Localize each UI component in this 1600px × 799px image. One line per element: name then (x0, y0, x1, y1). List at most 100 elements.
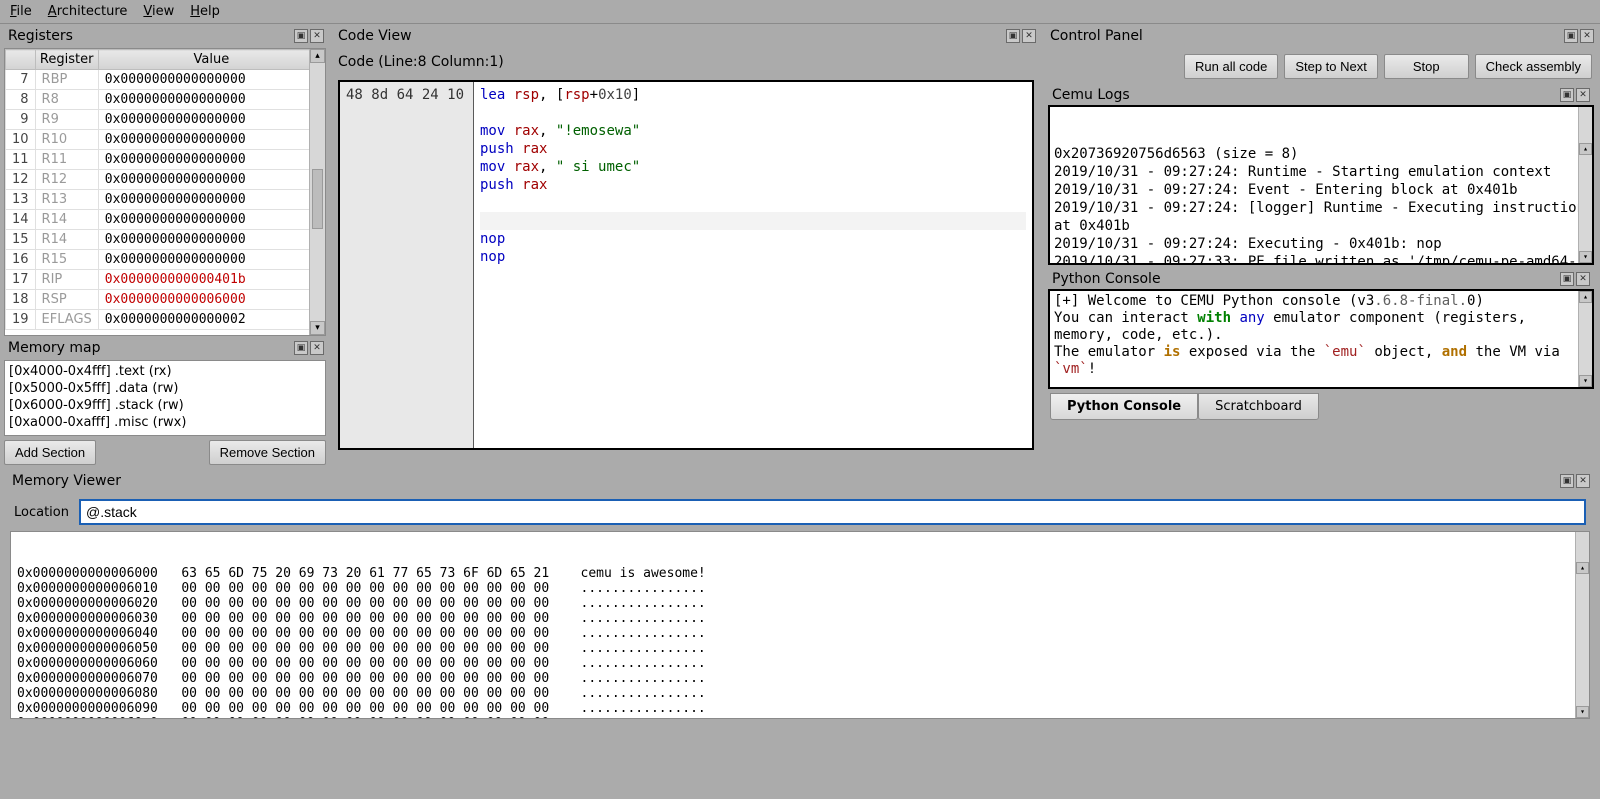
dock-close-icon[interactable]: ✕ (1576, 272, 1590, 286)
scroll-down-icon[interactable]: ▾ (1579, 375, 1592, 387)
register-rownum: 17 (6, 270, 36, 290)
code-line[interactable] (480, 104, 1026, 122)
dock-undock-icon[interactable]: ▣ (1564, 29, 1578, 43)
register-row[interactable]: 8R80x0000000000000000 (6, 90, 325, 110)
log-line: 2019/10/31 - 09:27:24: Event - Entering … (1054, 181, 1588, 199)
hex-dump-line: 0x00000000000060a0 00 00 00 00 00 00 00 … (17, 716, 1583, 719)
code-line[interactable] (480, 212, 1026, 230)
hex-dump-line: 0x0000000000006060 00 00 00 00 00 00 00 … (17, 656, 1583, 671)
check-assembly-button[interactable]: Check assembly (1475, 54, 1592, 79)
scroll-thumb[interactable] (312, 169, 323, 229)
dock-close-icon[interactable]: ✕ (1576, 474, 1590, 488)
register-row[interactable]: 11R110x0000000000000000 (6, 150, 325, 170)
log-line: 2019/10/31 - 09:27:24: Runtime - Startin… (1054, 163, 1588, 181)
python-console-output[interactable]: [+] Welcome to CEMU Python console (v3.6… (1048, 289, 1594, 389)
register-row[interactable]: 16R150x0000000000000000 (6, 250, 325, 270)
dock-close-icon[interactable]: ✕ (1576, 88, 1590, 102)
scroll-up-icon[interactable]: ▴ (1576, 562, 1589, 574)
memmap-item[interactable]: [0x4000-0x4fff] .text (rx) (9, 363, 321, 380)
scroll-down-icon[interactable]: ▾ (1576, 706, 1589, 718)
register-row[interactable]: 15R140x0000000000000000 (6, 230, 325, 250)
dock-undock-icon[interactable]: ▣ (1560, 88, 1574, 102)
dock-undock-icon[interactable]: ▣ (1006, 29, 1020, 43)
register-name: R8 (35, 90, 98, 110)
code-line[interactable]: mov rax, " si umec" (480, 158, 1026, 176)
step-to-next-button[interactable]: Step to Next (1284, 54, 1378, 79)
run-all-code-button[interactable]: Run all code (1184, 54, 1278, 79)
location-input[interactable] (79, 499, 1586, 525)
remove-section-button[interactable]: Remove Section (209, 440, 326, 465)
code-editor[interactable]: 48 8d 64 24 10 lea rsp, [rsp+0x10] mov r… (338, 80, 1034, 450)
register-rownum: 19 (6, 310, 36, 330)
hex-dump-line: 0x0000000000006020 00 00 00 00 00 00 00 … (17, 596, 1583, 611)
hex-dump-line: 0x0000000000006080 00 00 00 00 00 00 00 … (17, 686, 1583, 701)
register-row[interactable]: 13R130x0000000000000000 (6, 190, 325, 210)
code-line[interactable] (480, 194, 1026, 212)
memmap-item[interactable]: [0xa000-0xafff] .misc (rwx) (9, 414, 321, 431)
register-rownum: 14 (6, 210, 36, 230)
dock-undock-icon[interactable]: ▣ (294, 29, 308, 43)
add-section-button[interactable]: Add Section (4, 440, 96, 465)
dock-undock-icon[interactable]: ▣ (1560, 272, 1574, 286)
pyconsole-scrollbar[interactable]: ▴ ▾ (1578, 291, 1592, 387)
register-rownum: 11 (6, 150, 36, 170)
log-line: 2019/10/31 - 09:27:24: Executing - 0x401… (1054, 235, 1588, 253)
stop-button[interactable]: Stop (1384, 54, 1469, 79)
register-row[interactable]: 19EFLAGS0x0000000000000002 (6, 310, 325, 330)
memory-hex-dump[interactable]: 0x0000000000006000 63 65 6D 75 20 69 73 … (10, 531, 1590, 719)
menu-file[interactable]: File (10, 4, 32, 19)
registers-table[interactable]: Register Value 7RBP0x00000000000000008R8… (4, 48, 326, 336)
tab-scratchboard[interactable]: Scratchboard (1198, 393, 1319, 420)
register-rownum: 7 (6, 70, 36, 90)
register-value: 0x0000000000000002 (98, 310, 324, 330)
register-rownum: 15 (6, 230, 36, 250)
memmap-item[interactable]: [0x6000-0x9fff] .stack (rw) (9, 397, 321, 414)
cemu-log-output[interactable]: 0x20736920756d6563 (size = 8)2019/10/31 … (1048, 105, 1594, 265)
dock-close-icon[interactable]: ✕ (1580, 29, 1594, 43)
register-row[interactable]: 14R140x0000000000000000 (6, 210, 325, 230)
code-line[interactable]: mov rax, "!emosewa" (480, 122, 1026, 140)
memviewer-scrollbar[interactable]: ▴ ▾ (1575, 532, 1589, 718)
dock-close-icon[interactable]: ✕ (310, 29, 324, 43)
code-line[interactable]: lea rsp, [rsp+0x10] (480, 86, 1026, 104)
hex-dump-line: 0x0000000000006040 00 00 00 00 00 00 00 … (17, 626, 1583, 641)
menu-help[interactable]: Help (190, 4, 220, 19)
tab-python-console[interactable]: Python Console (1050, 393, 1198, 420)
code-line[interactable]: nop (480, 248, 1026, 266)
register-row[interactable]: 18RSP0x0000000000006000 (6, 290, 325, 310)
menu-architecture[interactable]: Architecture (48, 4, 128, 19)
registers-col-value[interactable]: Value (98, 50, 324, 70)
code-line[interactable]: nop (480, 230, 1026, 248)
memory-map-list[interactable]: [0x4000-0x4fff] .text (rx)[0x5000-0x5fff… (4, 360, 326, 436)
register-row[interactable]: 7RBP0x0000000000000000 (6, 70, 325, 90)
register-name: R15 (35, 250, 98, 270)
register-row[interactable]: 9R90x0000000000000000 (6, 110, 325, 130)
registers-scrollbar[interactable]: ▴ ▾ (309, 49, 325, 335)
register-rownum: 13 (6, 190, 36, 210)
register-row[interactable]: 10R100x0000000000000000 (6, 130, 325, 150)
register-value: 0x0000000000000000 (98, 130, 324, 150)
registers-col-register[interactable]: Register (35, 50, 98, 70)
scroll-down-icon[interactable]: ▾ (310, 321, 325, 335)
memmap-item[interactable]: [0x5000-0x5fff] .data (rw) (9, 380, 321, 397)
scroll-down-icon[interactable]: ▾ (1579, 251, 1592, 263)
menu-view[interactable]: View (143, 4, 174, 19)
scroll-up-icon[interactable]: ▴ (1579, 143, 1592, 155)
dock-close-icon[interactable]: ✕ (310, 341, 324, 355)
code-body[interactable]: lea rsp, [rsp+0x10] mov rax, "!emosewa"p… (474, 82, 1032, 448)
menubar: File Architecture View Help (0, 0, 1600, 24)
python-prompt[interactable]: >>> (1054, 384, 1588, 389)
dock-undock-icon[interactable]: ▣ (294, 341, 308, 355)
code-line[interactable]: push rax (480, 176, 1026, 194)
scroll-up-icon[interactable]: ▴ (1579, 291, 1592, 303)
dock-close-icon[interactable]: ✕ (1022, 29, 1036, 43)
location-label: Location (14, 505, 69, 520)
register-row[interactable]: 12R120x0000000000000000 (6, 170, 325, 190)
scroll-up-icon[interactable]: ▴ (310, 49, 325, 63)
register-row[interactable]: 17RIP0x000000000000401b (6, 270, 325, 290)
register-name: R12 (35, 170, 98, 190)
dock-undock-icon[interactable]: ▣ (1560, 474, 1574, 488)
logs-scrollbar[interactable]: ▴ ▾ (1578, 107, 1592, 263)
code-line[interactable]: push rax (480, 140, 1026, 158)
hex-dump-line: 0x0000000000006070 00 00 00 00 00 00 00 … (17, 671, 1583, 686)
